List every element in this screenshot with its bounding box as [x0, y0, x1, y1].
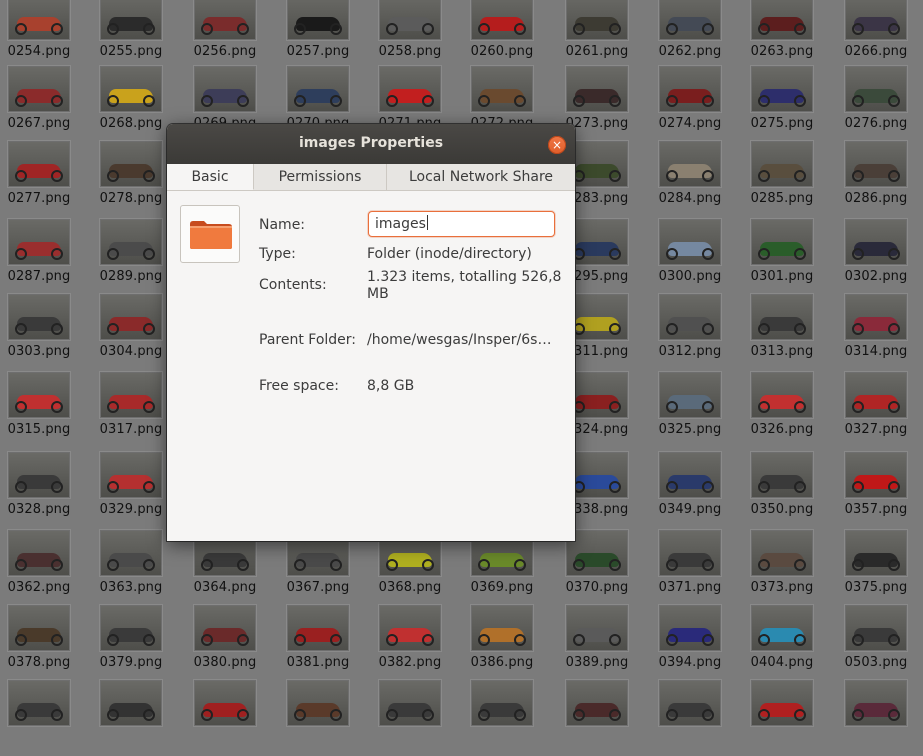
wheel-shape	[237, 709, 249, 721]
tab-local-network-share[interactable]: Local Network Share	[387, 164, 575, 190]
close-button[interactable]: ×	[548, 136, 566, 154]
wheel-shape	[422, 709, 434, 721]
wheel-shape	[15, 709, 27, 721]
wheel-shape	[51, 709, 63, 721]
free-space-label: Free space:	[259, 378, 339, 394]
name-label: Name:	[259, 217, 306, 233]
wheel-shape	[609, 709, 621, 721]
name-input-value: images	[375, 216, 426, 232]
properties-dialog: images Properties × Basic Permissions Lo…	[167, 124, 575, 541]
folder-icon-button[interactable]	[180, 205, 240, 263]
wheel-shape	[794, 709, 806, 721]
wheel-shape	[888, 709, 900, 721]
tab-basic[interactable]: Basic	[167, 164, 254, 190]
wheel-shape	[107, 709, 119, 721]
wheel-shape	[702, 709, 714, 721]
wheel-shape	[852, 709, 864, 721]
wheel-shape	[758, 709, 770, 721]
tab-bar: Basic Permissions Local Network Share	[167, 164, 575, 191]
parent-folder-label: Parent Folder:	[259, 332, 357, 348]
basic-tab-content: Name: images Type: Folder (inode/directo…	[167, 191, 575, 541]
wheel-shape	[143, 709, 155, 721]
wheel-shape	[330, 709, 342, 721]
text-caret	[426, 215, 428, 230]
folder-icon	[190, 221, 232, 249]
type-label: Type:	[259, 246, 296, 262]
tab-permissions[interactable]: Permissions	[254, 164, 387, 190]
free-space-value: 8,8 GB	[367, 378, 415, 394]
wheel-shape	[201, 709, 213, 721]
wheel-shape	[386, 709, 398, 721]
type-value: Folder (inode/directory)	[367, 246, 532, 262]
wheel-shape	[514, 709, 526, 721]
wheel-shape	[666, 709, 678, 721]
contents-value: 1.323 items, totalling 526,8 MB	[367, 269, 562, 302]
dialog-title: images Properties	[298, 135, 444, 151]
wheel-shape	[294, 709, 306, 721]
name-input[interactable]: images	[368, 211, 555, 237]
wheel-shape	[478, 709, 490, 721]
parent-folder-value: /home/wesgas/Insper/6se…	[367, 332, 559, 348]
wheel-shape	[573, 709, 585, 721]
dialog-titlebar[interactable]: images Properties ×	[167, 124, 575, 164]
contents-label: Contents:	[259, 277, 327, 293]
